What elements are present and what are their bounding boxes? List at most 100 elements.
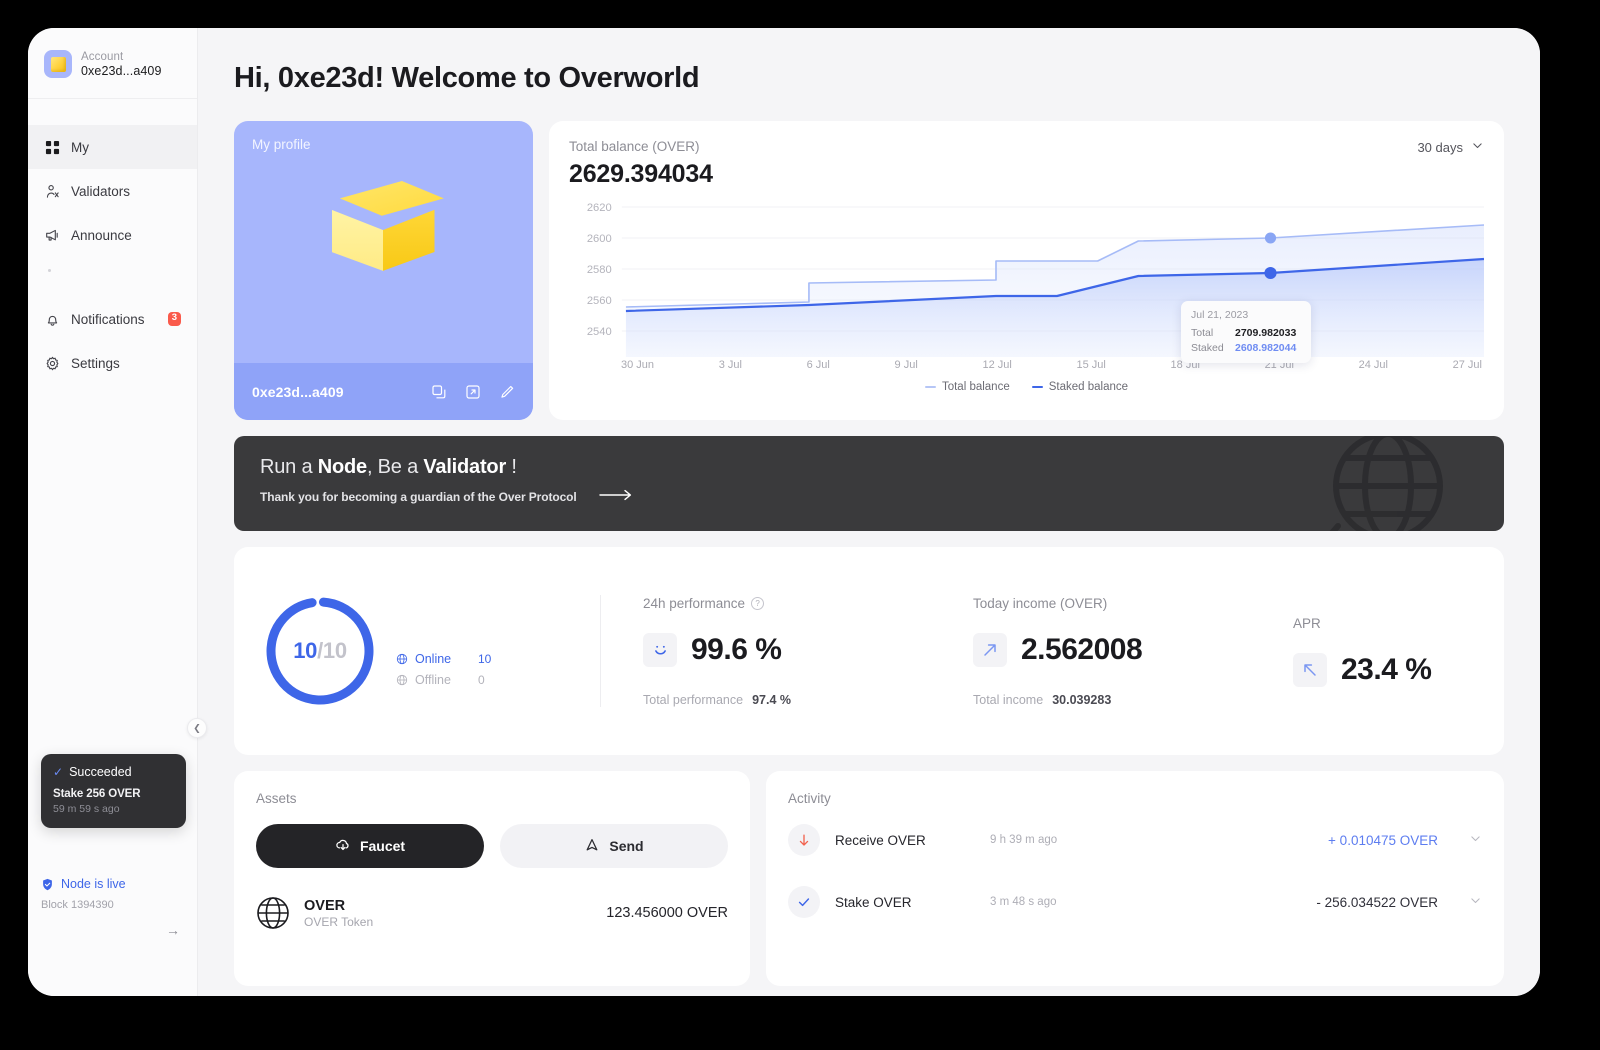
chevron-down-icon[interactable] — [1469, 894, 1482, 910]
profile-label: My profile — [252, 137, 311, 152]
tooltip-date: Jul 21, 2023 — [1191, 309, 1249, 321]
toast-status: Succeeded — [69, 765, 132, 779]
validator-donut: 10 / 10 — [260, 591, 380, 711]
range-label: 30 days — [1417, 139, 1463, 155]
external-link-icon[interactable] — [464, 383, 481, 400]
asset-row[interactable]: OVER OVER Token 123.456000 OVER — [256, 896, 728, 930]
total-performance-label: Total performance — [643, 692, 744, 707]
question-icon[interactable]: ? — [751, 596, 765, 610]
send-button[interactable]: Send — [500, 824, 728, 868]
chevron-down-icon[interactable] — [1469, 832, 1482, 848]
account-label: Account — [81, 50, 124, 63]
banner-subtitle: Thank you for becoming a guardian of the… — [260, 489, 577, 504]
gear-icon — [44, 355, 60, 371]
cube-icon — [44, 50, 72, 78]
apr-value: 23.4 % — [1341, 652, 1432, 686]
node-detail-button[interactable]: → — [41, 922, 186, 938]
svg-text:2600: 2600 — [587, 233, 612, 245]
activity-row[interactable]: Receive OVER 9 h 39 m ago + 0.010475 OVE… — [788, 824, 1482, 856]
x-tick: 12 Jul — [982, 359, 1012, 371]
x-tick: 27 Jul — [1452, 359, 1482, 371]
main-content: Hi, 0xe23d! Welcome to Overworld My prof… — [198, 28, 1540, 996]
balance-title: Total balance (OVER) — [569, 139, 700, 154]
account-row[interactable]: Account 0xe23d...a409 — [28, 28, 197, 99]
x-tick: 15 Jul — [1076, 359, 1106, 371]
arrow-up-right-icon — [973, 632, 1007, 667]
check-icon: ✓ — [53, 765, 64, 779]
legend-item-staked: Staked balance — [1031, 381, 1128, 393]
sidebar-divider — [28, 257, 197, 297]
range-select[interactable]: 30 days — [1417, 139, 1484, 155]
sidebar-item-notifications[interactable]: Notifications 3 — [28, 297, 197, 341]
asset-amount: 123.456000 OVER — [606, 905, 728, 921]
send-icon — [584, 837, 600, 856]
activity-name: Stake OVER — [835, 894, 912, 910]
send-label: Send — [609, 838, 644, 854]
node-status: Node is live Block 1394390 → — [41, 877, 186, 938]
arrow-right-icon: → — [166, 922, 180, 938]
activity-row[interactable]: Stake OVER 3 m 48 s ago - 256.034522 OVE… — [788, 886, 1482, 918]
faucet-label: Faucet — [359, 838, 406, 854]
shield-check-icon — [41, 878, 54, 891]
donut-legend-offline: Offline 0 — [396, 673, 491, 687]
x-tick: 6 Jul — [806, 359, 830, 371]
total-income-value: 30.039283 — [1052, 692, 1112, 707]
banner-title: Run a Node, Be a Validator ! — [260, 456, 517, 478]
profile-footer: 0xe23d...a409 — [234, 363, 533, 420]
stats-card: 10 / 10 Online 10 Offline 0 24h performa… — [234, 547, 1504, 755]
notification-badge: 3 — [167, 312, 181, 326]
chart-svg: 2620 2600 2580 2560 2540 — [587, 202, 1484, 357]
sidebar-item-announce[interactable]: Announce — [28, 213, 197, 257]
income-stat: Today income (OVER) 2.562008 Total incom… — [931, 596, 1251, 707]
validator-banner[interactable]: Run a Node, Be a Validator ! Thank you f… — [234, 436, 1504, 531]
globe-icon — [396, 674, 408, 686]
sidebar-item-validators[interactable]: Validators — [28, 169, 197, 213]
profile-card: My profile 0xe23d...a409 — [234, 121, 533, 420]
asset-subtitle: OVER Token — [304, 914, 374, 929]
arrow-up-left-icon — [1293, 652, 1327, 687]
sidebar-item-label: Validators — [71, 183, 131, 199]
page-title: Hi, 0xe23d! Welcome to Overworld — [234, 62, 700, 94]
assets-card: Assets Faucet Send OVER OVER Token 123.4… — [234, 771, 750, 986]
person-icon — [44, 183, 60, 199]
tooltip-total-label: Total — [1191, 327, 1214, 339]
node-block: Block 1394390 — [41, 899, 114, 911]
sidebar-collapse-button[interactable]: ❮ — [187, 718, 207, 738]
globe-icon — [256, 896, 290, 930]
income-title: Today income (OVER) — [973, 595, 1108, 611]
sidebar-nav: My Validators Announce Notifications 3 S… — [28, 99, 197, 385]
copy-icon[interactable] — [430, 383, 447, 400]
asset-name: OVER — [304, 897, 346, 914]
total-income-label: Total income — [973, 692, 1044, 707]
activity-card: Activity Receive OVER 9 h 39 m ago + 0.0… — [766, 771, 1504, 986]
app-window: Account 0xe23d...a409 My Validators Anno… — [28, 28, 1540, 996]
chart-x-axis: 30 Jun 3 Jul 6 Jul 9 Jul 12 Jul 15 Jul 1… — [569, 357, 1484, 371]
svg-text:2560: 2560 — [587, 295, 612, 307]
chevron-down-icon — [1471, 139, 1484, 155]
sidebar: Account 0xe23d...a409 My Validators Anno… — [28, 28, 207, 996]
bell-icon — [44, 311, 60, 327]
top-row: My profile 0xe23d...a409 Total balance (… — [234, 121, 1504, 420]
arrow-down-icon — [788, 824, 820, 856]
income-value: 2.562008 — [1021, 632, 1143, 666]
donut-legend-value: 10 — [478, 652, 492, 666]
activity-amount: + 0.010475 OVER — [1328, 832, 1438, 848]
faucet-button[interactable]: Faucet — [256, 824, 484, 868]
donut-total-count: 10 — [322, 638, 347, 663]
balance-chart-card: Total balance (OVER) 2629.394034 30 days — [549, 121, 1504, 420]
cloud-download-icon — [335, 837, 351, 856]
donut-legend: Online 10 Offline 0 — [396, 652, 491, 694]
assets-title: Assets — [256, 791, 297, 806]
edit-icon[interactable] — [498, 383, 515, 400]
x-tick: 3 Jul — [718, 359, 742, 371]
transaction-toast[interactable]: ✓ Succeeded Stake 256 OVER 59 m 59 s ago — [41, 754, 186, 828]
smiley-icon — [643, 632, 677, 667]
sidebar-item-settings[interactable]: Settings — [28, 341, 197, 385]
arrow-right-icon[interactable] — [598, 488, 633, 505]
tooltip-total-value: 2709.982033 — [1235, 327, 1297, 339]
donut-legend-label: Online — [415, 652, 452, 666]
donut-legend-value: 0 — [478, 673, 485, 687]
sidebar-item-my[interactable]: My — [28, 125, 197, 169]
sidebar-item-label: Announce — [71, 227, 132, 243]
validator-donut-block: 10 / 10 Online 10 Offline 0 — [260, 591, 600, 711]
